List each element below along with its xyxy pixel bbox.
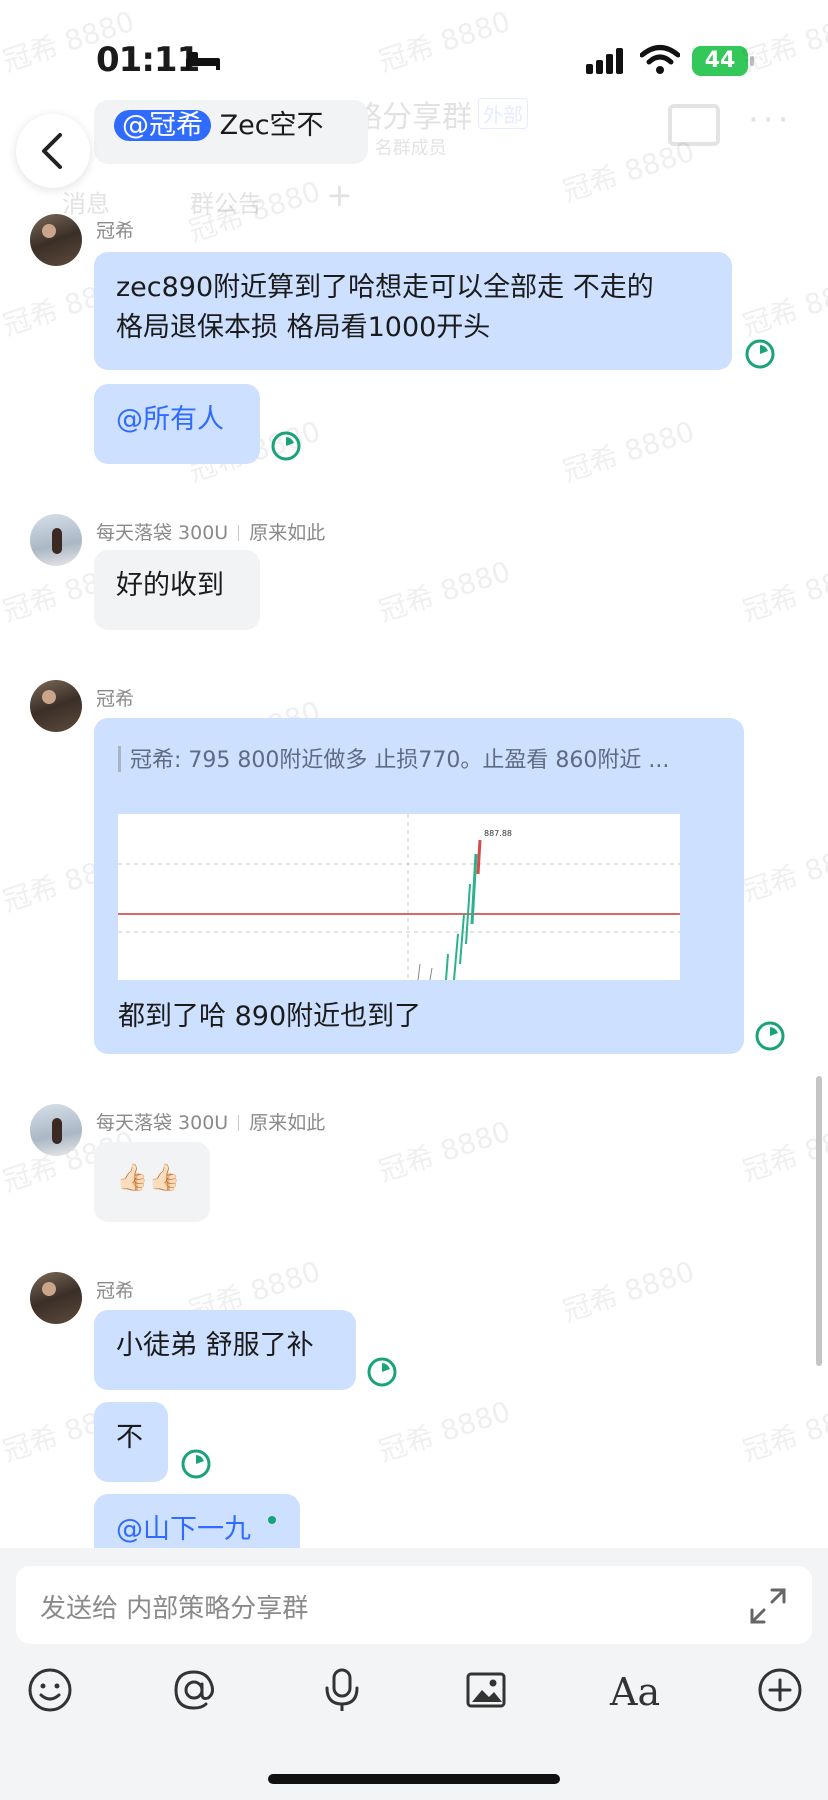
- watermark: 冠希 8880: [738, 834, 828, 909]
- candlestick-chart: 887.88: [118, 814, 680, 980]
- status-time: 01:11: [96, 40, 200, 80]
- avatar[interactable]: [30, 214, 82, 266]
- sender-name[interactable]: 每天落袋 300U: [96, 1112, 228, 1134]
- watermark: 冠希 8880: [558, 1254, 699, 1329]
- timer-icon: [271, 431, 301, 461]
- message-text: 格局退保本损 格局看1000开头: [116, 312, 491, 343]
- at-icon[interactable]: [170, 1666, 218, 1714]
- chevron-left-icon: [42, 133, 62, 169]
- sender-name[interactable]: 冠希: [96, 1276, 134, 1303]
- message-bubble[interactable]: 小徒弟 舒服了补: [94, 1310, 356, 1390]
- sender-name[interactable]: 每天落袋 300U: [96, 522, 228, 544]
- message-bubble[interactable]: zec890附近算到了哈想走可以全部走 不走的 格局退保本损 格局看1000开头: [94, 252, 732, 370]
- tab-notice[interactable]: 群公告: [190, 184, 262, 219]
- video-call-icon[interactable]: [668, 104, 720, 146]
- mention-chip[interactable]: @冠希: [114, 110, 211, 141]
- avatar[interactable]: [30, 514, 82, 566]
- back-button[interactable]: [16, 114, 90, 188]
- quoted-message[interactable]: 冠希: 795 800附近做多 止损770。止盈看 860附近 ...: [130, 742, 669, 774]
- message-text: 好的收到: [116, 570, 224, 601]
- thumbs-up-emoji: 👍🏻👍🏻: [116, 1163, 181, 1193]
- sender-name[interactable]: 冠希: [96, 216, 134, 243]
- avatar[interactable]: [30, 680, 82, 732]
- avatar[interactable]: [30, 1104, 82, 1156]
- scrollbar[interactable]: [816, 1076, 822, 1366]
- message-text: 不: [116, 1422, 143, 1453]
- sleep-mode-icon: [186, 52, 220, 70]
- message-bubble[interactable]: 👍🏻👍🏻: [94, 1142, 210, 1222]
- message-text: 都到了哈 890附近也到了: [118, 1001, 422, 1032]
- watermark: 冠希 8880: [374, 1394, 515, 1469]
- text-format-icon[interactable]: Aa: [610, 1670, 660, 1718]
- battery-tip: [750, 56, 754, 66]
- avatar[interactable]: [30, 1272, 82, 1324]
- message-text: Zec空不: [219, 110, 324, 141]
- home-indicator: [268, 1774, 560, 1784]
- message-text: 小徒弟 舒服了补: [116, 1330, 314, 1361]
- timer-icon: [181, 1449, 211, 1479]
- watermark: 冠希 8880: [374, 1114, 515, 1189]
- image-icon[interactable]: [462, 1666, 510, 1714]
- battery-indicator: 44: [692, 46, 748, 76]
- tab-messages[interactable]: 消息: [62, 184, 110, 219]
- emoji-icon[interactable]: [26, 1666, 74, 1714]
- timer-icon: [367, 1357, 397, 1387]
- message-bubble[interactable]: 不: [94, 1402, 168, 1482]
- more-options-icon[interactable]: ···: [748, 100, 792, 140]
- timer-icon: [755, 1021, 785, 1051]
- reply-reference[interactable]: 原来如此: [249, 1112, 325, 1134]
- plus-icon[interactable]: [756, 1666, 804, 1714]
- watermark: 冠希 8880: [738, 1114, 828, 1189]
- timer-icon: [745, 339, 775, 369]
- mention-link[interactable]: @山下一九: [116, 1514, 251, 1545]
- reply-reference[interactable]: 原来如此: [249, 522, 325, 544]
- chart-screenshot-image[interactable]: 887.88: [118, 814, 680, 980]
- unread-dot: [268, 1516, 276, 1524]
- watermark: 冠希 8880: [374, 554, 515, 629]
- microphone-icon[interactable]: [318, 1666, 366, 1714]
- previous-message-bubble[interactable]: @冠希 Zec空不: [94, 100, 368, 164]
- message-bubble[interactable]: 好的收到: [94, 550, 260, 630]
- sender-line: 每天落袋 300U 原来如此: [96, 518, 325, 545]
- input-placeholder[interactable]: 发送给 内部策略分享群: [40, 1588, 308, 1625]
- message-text: zec890附近算到了哈想走可以全部走 不走的: [116, 272, 654, 303]
- quote-bar: [118, 746, 121, 772]
- sender-name[interactable]: 冠希: [96, 684, 134, 711]
- sender-line: 每天落袋 300U 原来如此: [96, 1108, 325, 1135]
- mention-link[interactable]: @所有人: [116, 404, 224, 435]
- watermark: 冠希 8880: [558, 414, 699, 489]
- add-tab-icon[interactable]: +: [326, 176, 353, 214]
- wifi-icon: [640, 45, 680, 74]
- expand-icon[interactable]: [748, 1586, 788, 1626]
- cellular-signal-icon: [586, 48, 623, 74]
- watermark: 冠希 8880: [738, 1394, 828, 1469]
- price-label: 887.88: [484, 829, 512, 838]
- watermark: 冠希 8880: [738, 268, 828, 343]
- message-bubble[interactable]: @所有人: [94, 384, 260, 464]
- watermark: 冠希 8880: [738, 554, 828, 629]
- external-tag: 外部: [478, 98, 528, 129]
